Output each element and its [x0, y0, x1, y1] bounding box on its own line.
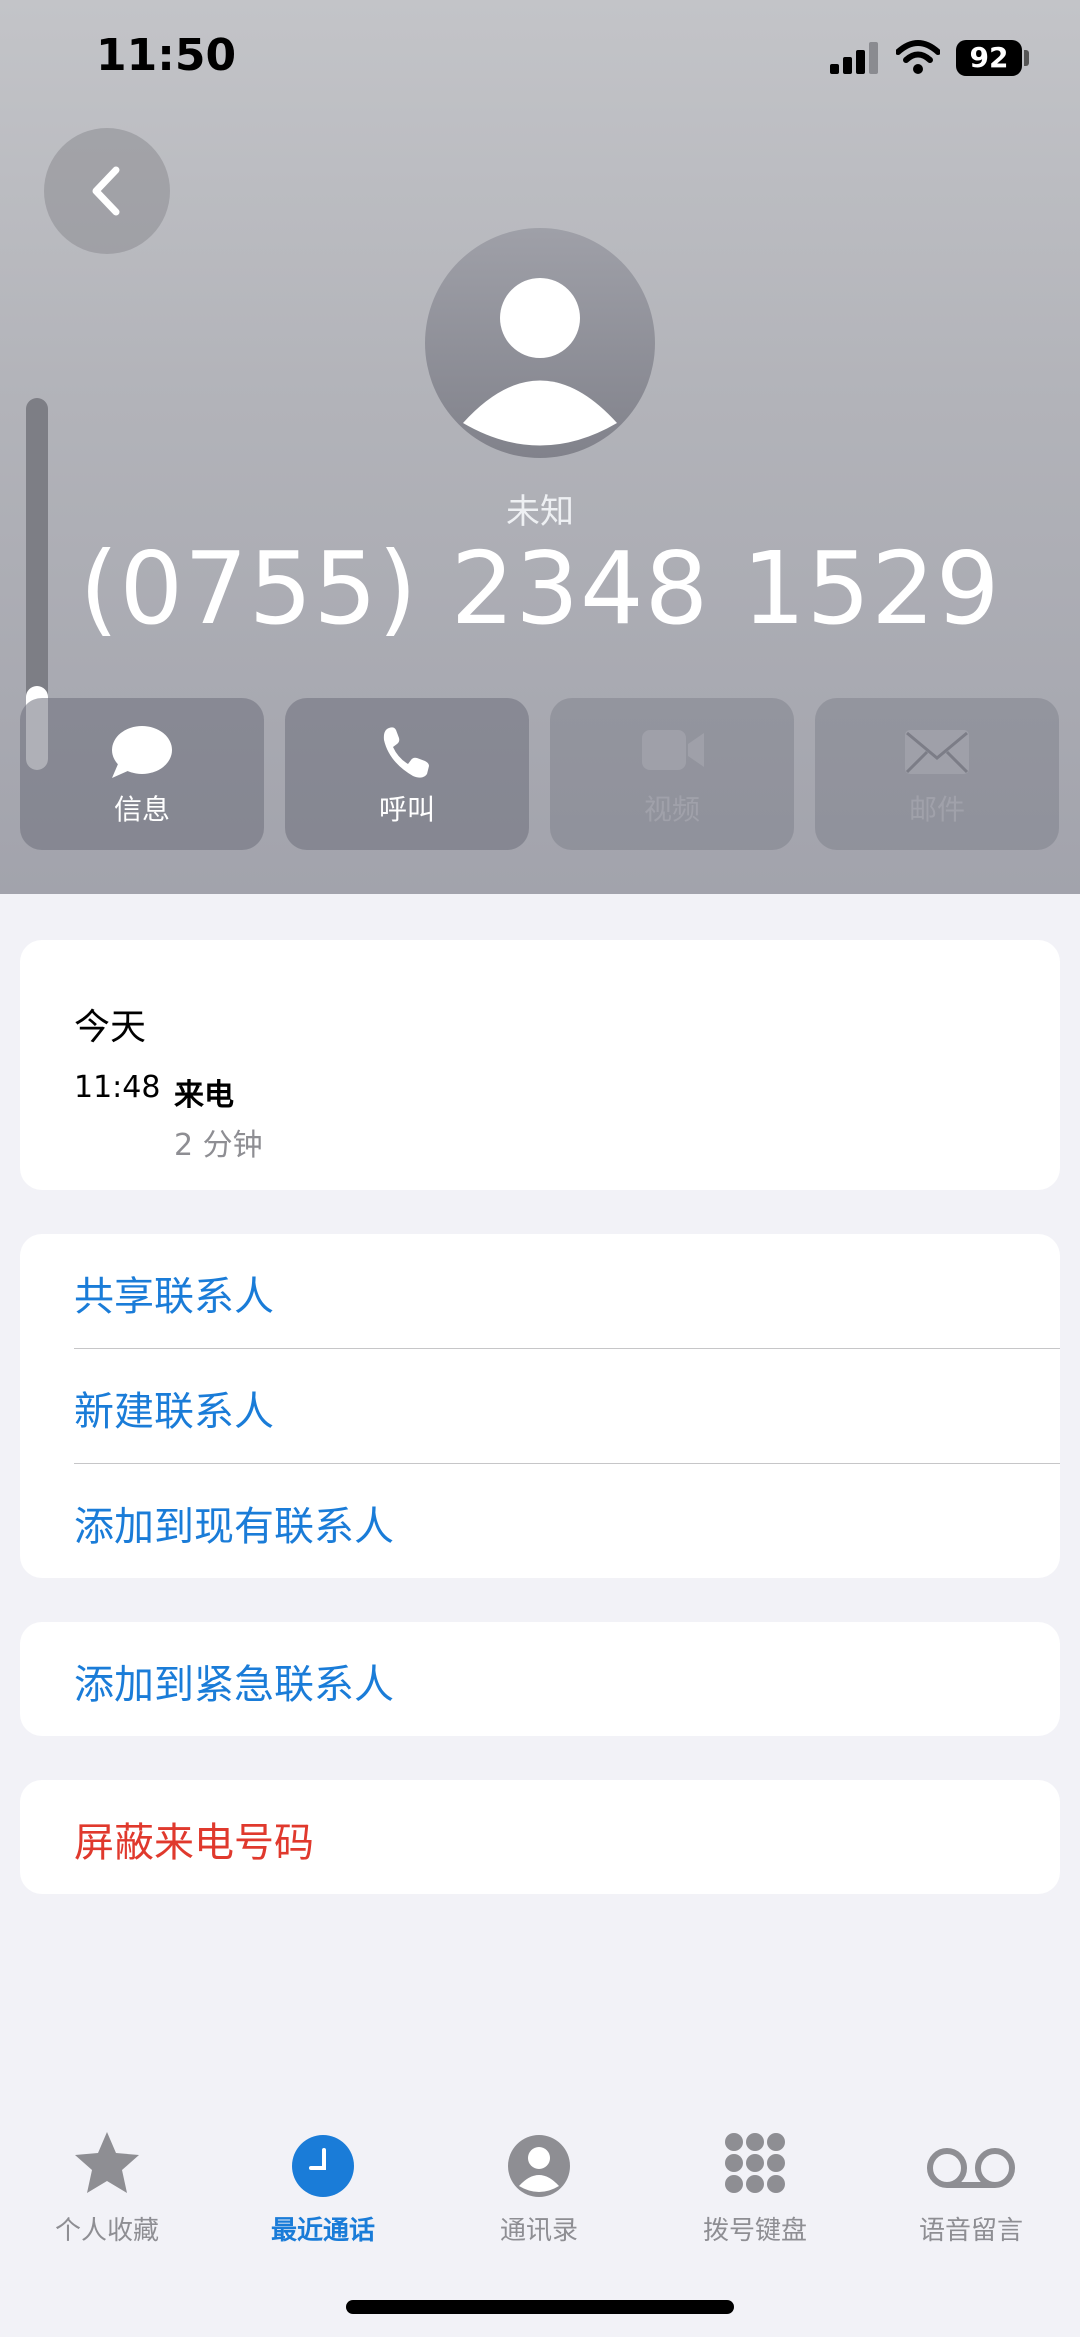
- block-caller-label: 屏蔽来电号码: [74, 1820, 314, 1866]
- contact-options-card: 共享联系人 新建联系人 添加到现有联系人: [20, 1234, 1060, 1578]
- video-button[interactable]: 视频: [550, 698, 794, 850]
- recent-calls-card: 今天 11:48 来电 2 分钟: [20, 940, 1060, 1190]
- wifi-icon: [896, 40, 940, 74]
- video-icon: [642, 730, 704, 770]
- block-caller-button[interactable]: 屏蔽来电号码: [20, 1780, 1060, 1894]
- tab-keypad[interactable]: 拨号键盘: [655, 2128, 855, 2248]
- star-icon: [75, 2132, 139, 2193]
- back-button[interactable]: [44, 128, 170, 254]
- cellular-signal-icon: [830, 42, 878, 74]
- video-label: 视频: [643, 793, 700, 826]
- recent-call-duration: 2 分钟: [174, 1128, 263, 1163]
- tab-favorites-label: 个人收藏: [54, 2216, 159, 2246]
- recent-call-time: 11:48: [74, 1070, 161, 1105]
- clock-icon: [292, 2135, 354, 2197]
- message-button[interactable]: 信息: [20, 698, 264, 850]
- tab-recents-label: 最近通话: [270, 2216, 375, 2246]
- tab-voicemail-label: 语音留言: [918, 2216, 1023, 2246]
- home-indicator: [346, 2300, 734, 2314]
- share-contact-button[interactable]: 共享联系人: [20, 1234, 1060, 1348]
- tab-contacts-label: 通讯录: [499, 2216, 578, 2246]
- person-icon: [508, 2135, 570, 2197]
- add-to-existing-contact-label: 添加到现有联系人: [74, 1504, 394, 1550]
- tab-recents[interactable]: 最近通话: [223, 2128, 423, 2248]
- call-button[interactable]: 呼叫: [285, 698, 529, 850]
- voicemail-icon: [927, 2148, 1015, 2188]
- add-to-emergency-contact-label: 添加到紧急联系人: [74, 1662, 394, 1708]
- status-time: 11:50: [96, 30, 237, 81]
- phone-icon: [383, 727, 429, 778]
- person-silhouette-icon: [463, 278, 617, 446]
- tab-favorites[interactable]: 个人收藏: [7, 2128, 207, 2248]
- share-contact-label: 共享联系人: [74, 1274, 274, 1320]
- new-contact-label: 新建联系人: [74, 1389, 274, 1435]
- add-to-existing-contact-button[interactable]: 添加到现有联系人: [20, 1464, 1060, 1578]
- tab-keypad-label: 拨号键盘: [702, 2216, 807, 2246]
- call-label: 呼叫: [378, 793, 435, 826]
- message-icon: [112, 726, 172, 778]
- recent-call-type: 来电: [174, 1078, 234, 1113]
- block-caller-card: 屏蔽来电号码: [20, 1780, 1060, 1894]
- mail-label: 邮件: [908, 793, 965, 826]
- keypad-icon: [725, 2133, 785, 2193]
- chevron-left-icon: [92, 166, 120, 216]
- battery-nub: [1024, 50, 1029, 66]
- status-bar: 11:50 92: [0, 0, 1080, 120]
- emergency-contact-card: 添加到紧急联系人: [20, 1622, 1060, 1736]
- battery-indicator: 92: [956, 40, 1022, 76]
- mail-icon: [905, 730, 969, 774]
- tab-contacts[interactable]: 通讯录: [439, 2128, 639, 2248]
- mail-button[interactable]: 邮件: [815, 698, 1059, 850]
- add-to-emergency-contact-button[interactable]: 添加到紧急联系人: [20, 1622, 1060, 1736]
- contact-header: 11:50 92 未知 (0755) 2348 1529 信息 呼叫 视频 邮件: [0, 0, 1080, 894]
- phone-number: (0755) 2348 1529: [79, 530, 1001, 647]
- new-contact-button[interactable]: 新建联系人: [20, 1349, 1060, 1463]
- contact-label: 未知: [506, 492, 574, 532]
- recent-day: 今天: [74, 1007, 147, 1048]
- avatar: [425, 228, 655, 458]
- tab-voicemail[interactable]: 语音留言: [871, 2128, 1071, 2248]
- message-label: 信息: [113, 793, 170, 826]
